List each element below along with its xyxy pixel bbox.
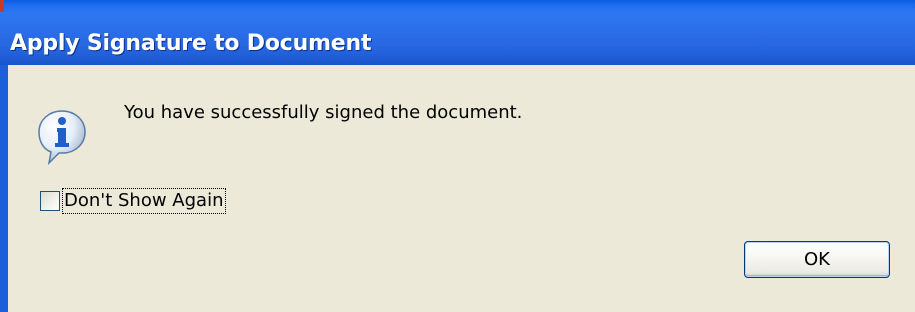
- ok-button[interactable]: OK: [744, 241, 890, 278]
- window-left-border: [0, 65, 8, 312]
- dialog-window: Apply Signature to Document You have suc…: [0, 0, 915, 312]
- title-bar-accent: [0, 0, 4, 12]
- dialog-body: You have successfully signed the documen…: [8, 65, 915, 312]
- dont-show-again-row[interactable]: Don't Show Again: [40, 187, 227, 215]
- dont-show-again-label[interactable]: Don't Show Again: [61, 188, 227, 214]
- title-bar[interactable]: Apply Signature to Document: [0, 0, 915, 65]
- dont-show-again-checkbox[interactable]: [40, 191, 60, 211]
- dialog-message: You have successfully signed the documen…: [124, 102, 523, 123]
- window-title: Apply Signature to Document: [10, 31, 372, 56]
- info-icon: [38, 110, 86, 165]
